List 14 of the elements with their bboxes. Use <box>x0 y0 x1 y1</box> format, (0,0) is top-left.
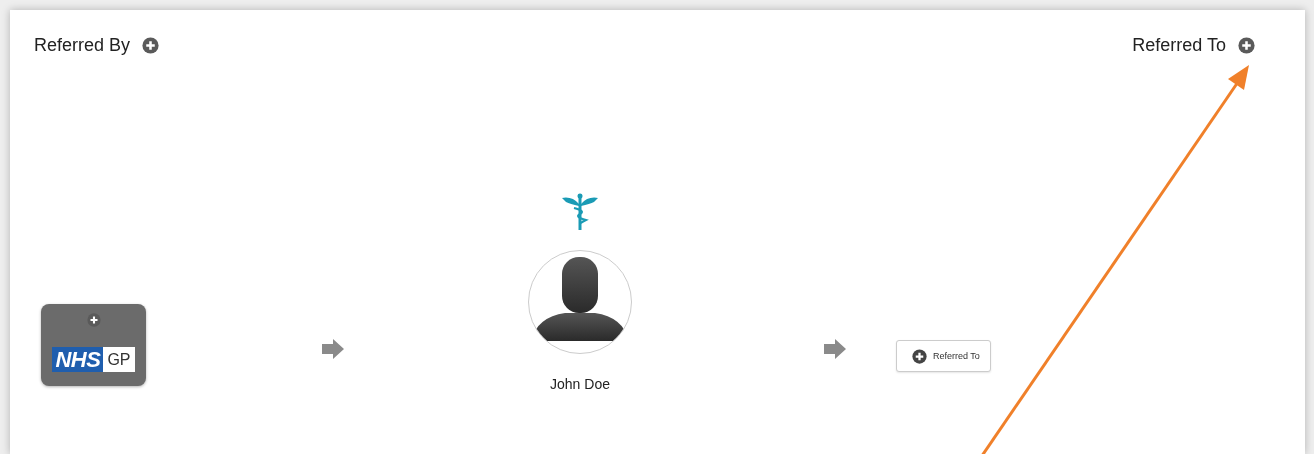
section-title: Referred To <box>1132 35 1226 56</box>
arrow-icon <box>824 339 846 359</box>
add-icon[interactable] <box>1238 37 1255 54</box>
caduceus-icon <box>560 192 600 230</box>
add-icon[interactable] <box>142 37 160 54</box>
add-icon <box>912 348 927 364</box>
logo-text: GP <box>103 347 135 372</box>
patient-name: John Doe <box>550 376 610 392</box>
add-icon[interactable] <box>86 313 101 327</box>
section-title: Referred By <box>34 35 131 56</box>
logo-text: NHS <box>52 347 104 372</box>
arrow-icon <box>322 339 344 359</box>
source-card[interactable]: NHS GP <box>41 304 146 386</box>
referred-to-button[interactable]: Referred To <box>896 340 991 372</box>
